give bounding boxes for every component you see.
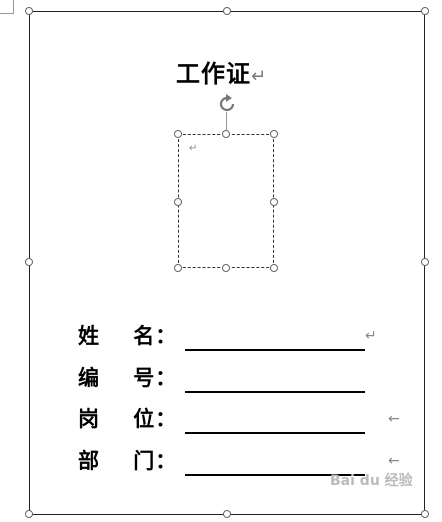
resize-handle-bottom-right[interactable] [421,510,429,518]
resize-handle-top[interactable] [223,7,231,15]
resize-handle-top-left[interactable] [25,7,33,15]
number-underline-field[interactable] [185,391,365,393]
arrow-left-icon: ← [388,453,400,469]
arrow-left-icon: ← [388,411,400,427]
field-label-name: 姓 名： [78,324,178,348]
photo-handle-right[interactable] [270,198,278,206]
photo-handle-left[interactable] [174,198,182,206]
paragraph-mark-icon: ↵ [251,66,268,87]
name-underline-field[interactable] [185,349,365,351]
photo-placeholder-box[interactable]: ↵ [178,134,274,268]
field-label-position: 岗 位： [78,407,178,431]
photo-handle-bottom-left[interactable] [174,264,182,272]
card-title-text: 工作证 [176,60,251,88]
document-canvas: 工作证↵ ↵ 姓 名： ↵ 编 号： 岗 位： ← 部 门： ← Bai du … [0,0,442,522]
resize-handle-left[interactable] [25,258,33,266]
watermark-logo: Bai du 经验 [330,473,413,489]
page-corner-mark [0,0,14,14]
resize-handle-top-right[interactable] [421,7,429,15]
photo-handle-top[interactable] [222,130,230,138]
field-label-department: 部 门： [78,449,178,473]
photo-handle-bottom-right[interactable] [270,264,278,272]
resize-handle-bottom-left[interactable] [25,510,33,518]
rotate-handle-icon[interactable] [216,93,238,115]
field-label-number: 编 号： [78,366,178,390]
paragraph-mark-icon: ↵ [189,143,198,154]
photo-handle-bottom[interactable] [222,264,230,272]
card-title[interactable]: 工作证↵ [176,58,268,90]
paragraph-mark-icon: ↵ [365,328,377,344]
photo-handle-top-left[interactable] [174,130,182,138]
position-underline-field[interactable] [185,432,365,434]
resize-handle-right[interactable] [421,258,429,266]
resize-handle-bottom[interactable] [223,510,231,518]
photo-handle-top-right[interactable] [270,130,278,138]
